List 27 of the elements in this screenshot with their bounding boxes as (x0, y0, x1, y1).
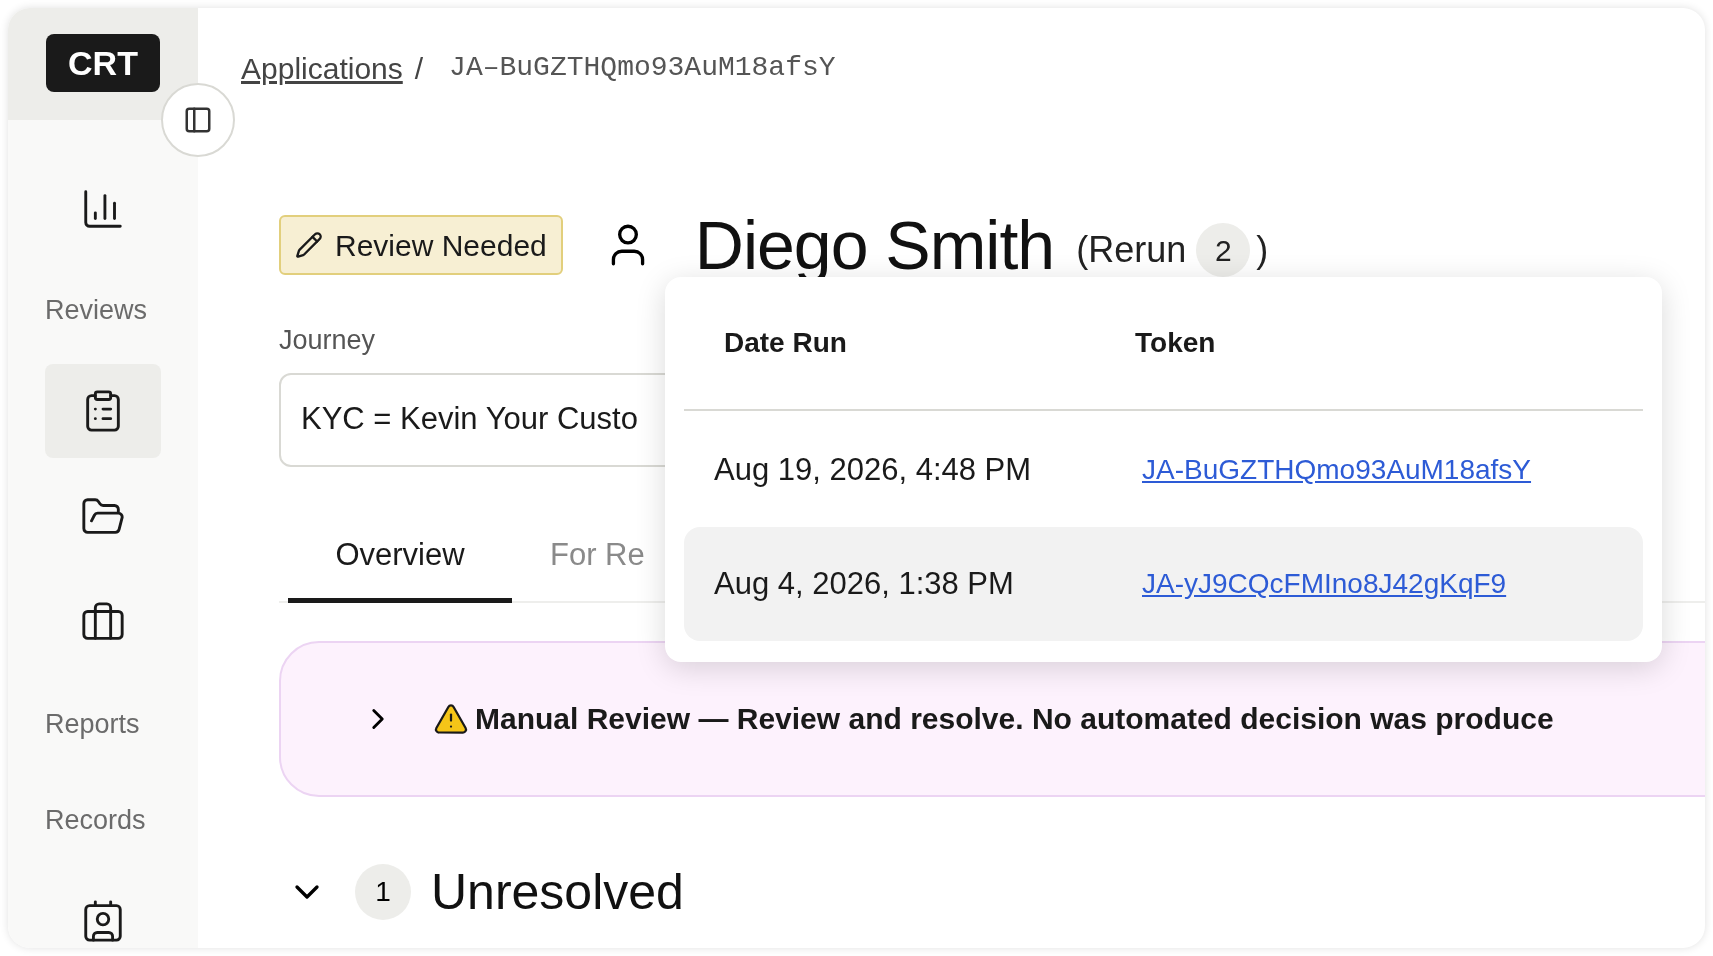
rerun-label: (Rerun (1076, 228, 1187, 272)
count-badge: 1 (355, 864, 411, 920)
rerun-count-button[interactable]: 2 (1196, 223, 1251, 277)
rerun-close-paren: ) (1256, 228, 1269, 272)
nav-button[interactable] (45, 364, 161, 458)
manual-review-banner[interactable]: Manual Review — Review and resolve. No automated decision was produce (279, 640, 1705, 797)
section-title: Unresolved (431, 862, 684, 922)
journey-label: Journey (279, 324, 376, 357)
column-header: Date Run (723, 326, 848, 360)
token-link[interactable]: JA-yJ9CQcFMIno8J42gKqF9 (1142, 563, 1507, 605)
breadcrumb-separator: / (414, 50, 424, 87)
pencil-icon (295, 231, 323, 259)
panel-icon (183, 105, 213, 135)
logo: CRT (46, 34, 160, 92)
nav-section-label: Reviews (44, 293, 149, 327)
date-cell-text: Aug 4, 2026, 1:38 PM (713, 564, 1015, 603)
banner-text: Manual Review — Review and resolve. No automated decision was produce (475, 701, 1554, 737)
token-link[interactable]: JA-BuGZTHQmo93AuM18afsY (1142, 449, 1532, 491)
application-id: JA–BuGZTHQmo93AuM18afsY (449, 51, 836, 85)
nav-section-label: Records (44, 803, 147, 837)
column-header: Token (1135, 326, 1216, 360)
status-text: Review Needed (335, 227, 547, 264)
applicant-name: Diego Smith (694, 211, 1055, 279)
tab[interactable]: Overview (288, 512, 512, 603)
run-row[interactable]: Aug 4, 2026, 1:38 PM JA-yJ9CQcFMIno8J42gKqF9 (684, 527, 1643, 641)
breadcrumb-link[interactable]: Applications (241, 45, 403, 91)
nav-section-label: Reports (44, 707, 141, 741)
